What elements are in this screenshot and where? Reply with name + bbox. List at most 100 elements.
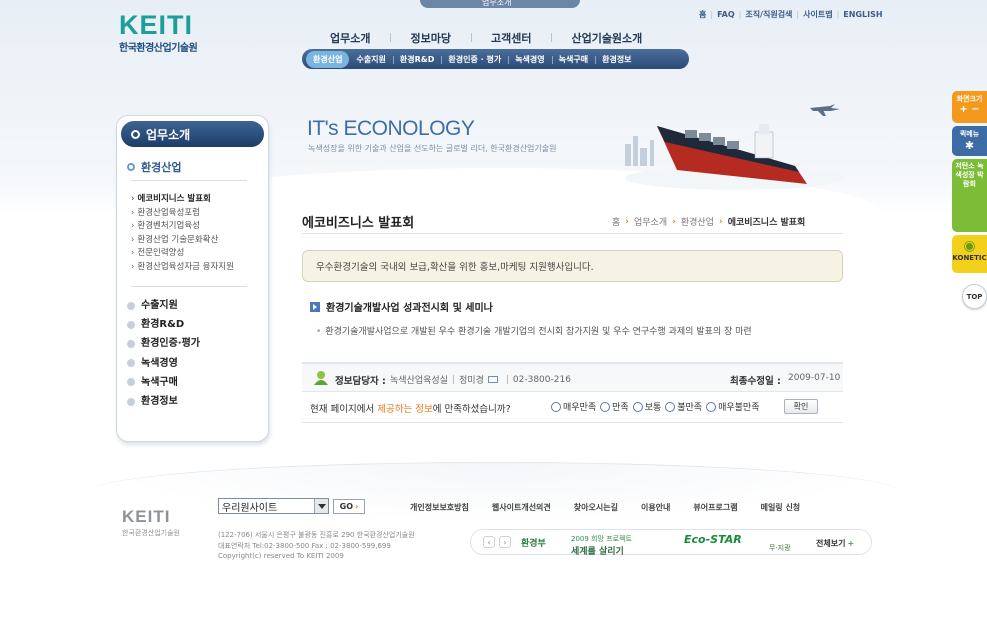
breadcrumb-home[interactable]: 홈 — [612, 215, 620, 228]
sidebar-item-green-mgmt[interactable]: 녹색경영 — [127, 354, 200, 373]
chevron-down-icon[interactable] — [314, 499, 328, 513]
survey-submit-button[interactable]: 확인 — [784, 399, 818, 414]
util-link-faq[interactable]: FAQ — [717, 10, 735, 19]
utility-links: 홈 | FAQ | 조직/직원검색 | 사이트맵 | ENGLISH — [699, 9, 883, 20]
gnb-item-customer[interactable]: 고객센터 — [470, 30, 551, 46]
quick-zoom[interactable]: 화면크기 + − — [952, 91, 987, 123]
footer-link-mailing[interactable]: 메일링 신청 — [761, 502, 801, 513]
sidebar-divider — [131, 286, 247, 287]
sidebar-sub-item-forum[interactable]: 환경산업육성포럼 — [131, 207, 234, 221]
survey-option-very-dissatisfied[interactable]: 매우불만족 — [706, 400, 760, 413]
scroll-top-button[interactable]: TOP — [962, 284, 987, 309]
ship-illustration — [625, 104, 845, 190]
mail-icon[interactable] — [487, 376, 498, 383]
site-logo[interactable]: KEITI 한국환경산업기술원 — [119, 12, 198, 55]
sidebar-sub-item-training[interactable]: 전문인력양성 — [131, 247, 234, 261]
footer-link-viewer[interactable]: 뷰어프로그램 — [693, 502, 737, 513]
sidebar-item-export[interactable]: 수출지원 — [127, 296, 200, 315]
view-all-label: 전체보기 — [816, 539, 846, 548]
subnav-item-rnd[interactable]: 환경R&D — [392, 54, 442, 65]
footer-link-directions[interactable]: 찾아오시는길 — [574, 502, 618, 513]
sidebar-item-label: 녹색경영 — [141, 357, 178, 369]
family-site-go-button[interactable]: GO › — [333, 499, 365, 514]
runner-icon: ✱ — [964, 139, 975, 152]
survey-question-post: 에 만족하셨습니까? — [432, 404, 511, 415]
banner-hope-small: 2009 희망 프로젝트 — [571, 535, 632, 543]
hero-title: IT's ECONOLOGY — [307, 117, 475, 140]
sidebar-sub-item-ecobiz[interactable]: 에코비지니스 발표회 — [131, 193, 234, 207]
sidebar-item-certification[interactable]: 환경인증·평가 — [127, 334, 200, 353]
breadcrumb-current: 에코비즈니스 발표회 — [727, 218, 806, 228]
footer-address: (122-706) 서울시 은평구 불광동 진흥로 290 한국환경산업기술원 … — [218, 530, 415, 562]
page-title: 에코비즈니스 발표회 — [302, 216, 415, 231]
subnav-item-green-purchase[interactable]: 녹색구매 — [551, 54, 595, 65]
view-all-banners[interactable]: 전체보기 + — [816, 538, 854, 549]
radio-button[interactable] — [600, 401, 611, 412]
sidebar-item-rnd[interactable]: 환경R&D — [127, 315, 200, 334]
sidebar-item-green-purchase[interactable]: 녹색구매 — [127, 373, 200, 392]
sidebar-current-section[interactable]: 환경산업 — [127, 159, 181, 175]
gnb-item-business[interactable]: 업무소개 — [310, 30, 390, 46]
survey-option-dissatisfied[interactable]: 불만족 — [665, 400, 702, 413]
banner-hope-big: 세계를 살리기 — [571, 547, 624, 557]
footer-link-privacy[interactable]: 개인정보보호방침 — [410, 502, 469, 513]
left-sidebar: 업무소개 환경산업 에코비지니스 발표회 환경산업육성포럼 환경벤처기업육성 환… — [116, 115, 269, 442]
sidebar-sub-list: 에코비지니스 발표회 환경산업육성포럼 환경벤처기업육성 환경산업 기술문화확산… — [131, 193, 234, 275]
sidebar-main-list: 수출지원 환경R&D 환경인증·평가 녹색경영 녹색구매 환경정보 — [127, 296, 200, 411]
quick-menu: 화면크기 + − 퀵메뉴 ✱ 저탄소 녹색성장 박람회 ◉ KONETIC — [952, 91, 987, 276]
sidebar-sub-item-loan[interactable]: 환경산업육성자금 융자지원 — [131, 261, 234, 275]
arrow-box-icon — [310, 301, 320, 312]
sidebar-heading-label: 업무소개 — [146, 127, 191, 142]
radio-button[interactable] — [706, 401, 717, 412]
breadcrumb-env-industry[interactable]: 환경산업 — [681, 215, 714, 228]
next-arrow-icon[interactable]: › — [499, 536, 511, 548]
footer-link-feedback[interactable]: 웹사이트개선의견 — [492, 502, 551, 513]
sidebar-item-label: 수출지원 — [141, 300, 178, 311]
survey-options: 매우만족 만족 보통 불만족 매우불만족 — [551, 400, 764, 413]
radio-button[interactable] — [665, 401, 676, 412]
survey-option-satisfied[interactable]: 만족 — [600, 400, 629, 413]
info-department: 녹색산업육성실 — [390, 376, 448, 386]
bullet-icon — [127, 397, 135, 406]
footer-link-guide[interactable]: 이용안내 — [641, 502, 670, 513]
quick-konetic-banner[interactable]: ◉ KONETIC — [952, 235, 987, 273]
bullet-icon — [127, 378, 135, 387]
radio-button[interactable] — [632, 401, 643, 412]
banner-ministry[interactable]: 환경부 — [521, 536, 546, 549]
sidebar-sub-item-venture[interactable]: 환경벤처기업육성 — [131, 220, 234, 234]
quick-expo-banner[interactable]: 저탄소 녹색성장 박람회 — [952, 159, 987, 232]
radio-button[interactable] — [551, 401, 561, 412]
logo-subtitle: 한국환경산업기술원 — [119, 43, 198, 54]
survey-option-very-satisfied[interactable]: 매우만족 — [551, 400, 596, 413]
survey-question-pre: 현재 페이지에서 — [310, 404, 378, 415]
info-contact-label: 정보담당자 : — [335, 376, 386, 387]
last-modified-date: 2009-07-10 — [788, 373, 841, 383]
subnav-item-env-info[interactable]: 환경정보 — [595, 54, 638, 65]
prev-arrow-icon[interactable]: ‹ — [483, 536, 495, 548]
bullet-icon — [127, 340, 135, 348]
breadcrumb-business[interactable]: 업무소개 — [634, 215, 667, 228]
go-label: GO — [339, 502, 354, 511]
util-link-english[interactable]: ENGLISH — [843, 10, 882, 19]
util-link-home[interactable]: 홈 — [699, 9, 706, 20]
util-link-staff-search[interactable]: 조직/직원검색 — [745, 9, 792, 20]
sidebar-item-env-info[interactable]: 환경정보 — [127, 392, 200, 411]
subnav-item-certification[interactable]: 환경인증 · 평가 — [441, 54, 508, 65]
family-site-select[interactable]: 우리원사이트 — [218, 498, 329, 514]
banner-small-logo[interactable]: 무·지광 — [769, 543, 791, 553]
banner-eco-star[interactable]: Eco-STAR — [684, 533, 742, 546]
subnav-item-env-industry[interactable]: 환경산업 — [306, 50, 350, 68]
gnb-item-info[interactable]: 정보마당 — [390, 30, 470, 46]
subnav-item-green-mgmt[interactable]: 녹색경영 — [508, 54, 551, 65]
sidebar-sub-item-culture[interactable]: 환경산업 기술문화확산 — [131, 234, 234, 248]
subnav-item-export[interactable]: 수출지원 — [349, 54, 392, 65]
breadcrumb: 홈 › 업무소개 › 환경산업 › 에코비즈니스 발표회 — [612, 215, 806, 229]
util-link-sitemap[interactable]: 사이트맵 — [803, 9, 832, 20]
zoom-controls[interactable]: + − — [952, 104, 987, 115]
banner-hope-project[interactable]: 2009 희망 프로젝트 세계를 살리기 — [571, 534, 632, 557]
sub-navigation-bar: 환경산업 수출지원 환경R&D 환경인증 · 평가 녹색경영 녹색구매 환경정보 — [302, 49, 689, 69]
gnb-item-about[interactable]: 산업기술원소개 — [551, 30, 662, 46]
survey-option-neutral[interactable]: 보통 — [632, 400, 661, 413]
quick-menu-link[interactable]: 퀵메뉴 ✱ — [952, 126, 987, 156]
hero-subtitle: 녹색성장을 위한 기술과 산업을 선도하는 글로벌 리더, 한국환경산업기술원 — [308, 144, 557, 153]
